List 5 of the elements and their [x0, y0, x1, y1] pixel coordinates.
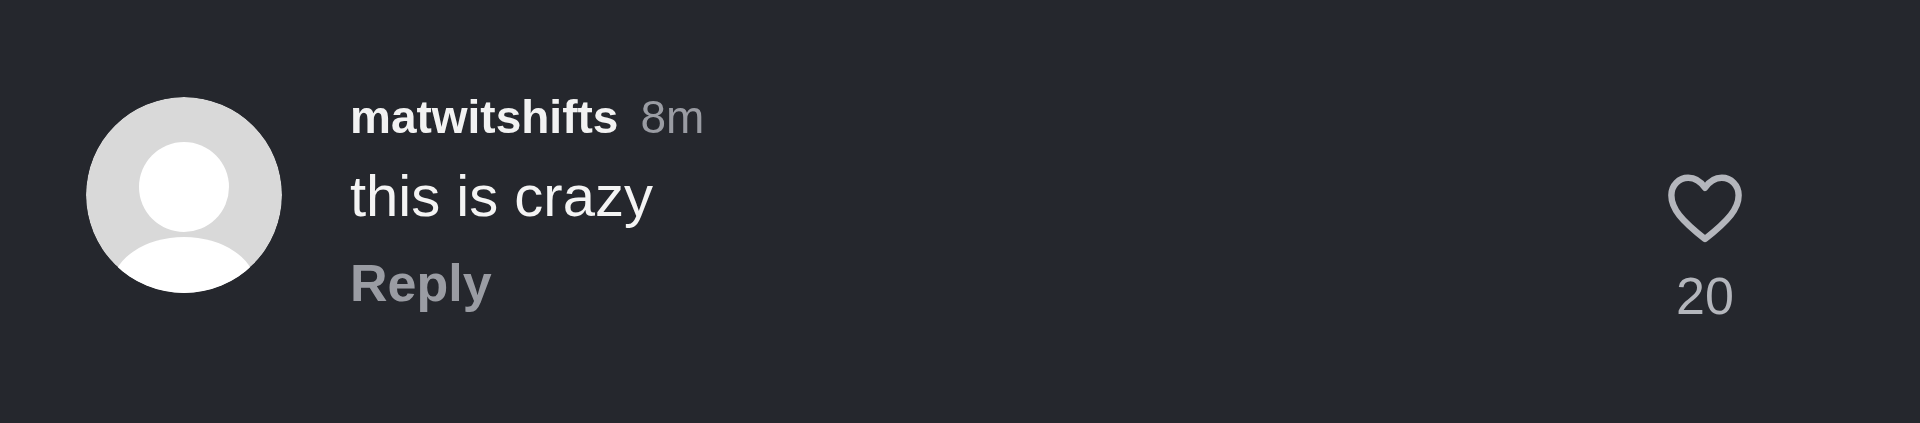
comment-text: this is crazy [350, 162, 654, 229]
timestamp: 8m [640, 90, 705, 144]
reply-link[interactable]: Reply [350, 253, 492, 313]
username[interactable]: matwitshifts [350, 90, 619, 144]
like-count: 20 [1676, 266, 1734, 326]
